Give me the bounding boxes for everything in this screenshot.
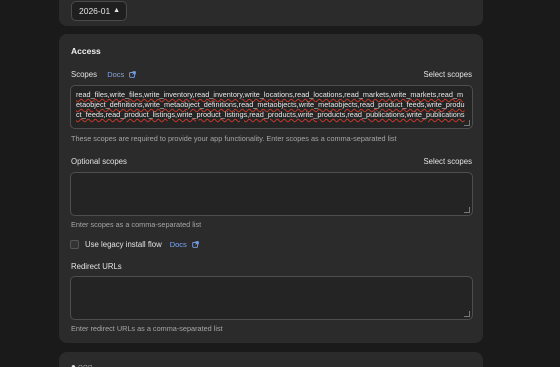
optional-scopes-label: Optional scopes xyxy=(71,157,127,166)
app-settings-page: 2026-01 ▲ Access Scopes Docs Select scop… xyxy=(0,0,560,367)
scopes-label-row: Scopes Docs xyxy=(71,70,137,79)
optional-scopes-help-text: Enter scopes as a comma-separated list xyxy=(71,220,202,229)
scopes-help-text: These scopes are required to provide you… xyxy=(71,134,397,143)
scopes-textarea-value: read_files,write_files,write_inventory,r… xyxy=(76,90,465,119)
next-section-title: ● ○○○ xyxy=(71,362,93,367)
scopes-textarea[interactable]: read_files,write_files,write_inventory,r… xyxy=(70,85,473,129)
resize-handle-icon[interactable] xyxy=(464,311,470,317)
redirect-urls-textarea[interactable] xyxy=(70,276,473,320)
scopes-docs-label: Docs xyxy=(107,70,125,79)
legacy-install-label: Use legacy install flow xyxy=(85,240,162,249)
optional-scopes-textarea[interactable] xyxy=(70,172,473,216)
redirect-urls-value xyxy=(71,277,472,285)
scopes-label: Scopes xyxy=(71,70,98,79)
optional-scopes-value xyxy=(71,173,472,181)
legacy-install-row: Use legacy install flow Docs xyxy=(70,240,199,249)
access-card: Access Scopes Docs Select scopes read_fi… xyxy=(59,34,483,343)
legacy-install-docs-label: Docs xyxy=(169,240,187,249)
legacy-install-docs-link[interactable]: Docs xyxy=(170,240,199,249)
external-link-icon xyxy=(192,241,199,248)
api-version-select[interactable]: 2026-01 ▲ xyxy=(71,1,127,21)
next-section-card: ● ○○○ xyxy=(59,352,483,367)
api-version-value: 2026-01 xyxy=(79,6,111,16)
resize-handle-icon[interactable] xyxy=(464,120,470,126)
redirect-urls-help-text: Enter redirect URLs as a comma-separated… xyxy=(71,324,223,333)
scopes-select-link[interactable]: Select scopes xyxy=(423,70,472,79)
legacy-install-checkbox[interactable] xyxy=(70,240,79,249)
scopes-docs-link[interactable]: Docs xyxy=(107,70,137,79)
external-link-icon xyxy=(129,71,137,78)
access-section-title: Access xyxy=(71,46,101,56)
chevron-updown-icon: ▲ xyxy=(113,7,120,14)
redirect-urls-label: Redirect URLs xyxy=(71,262,122,271)
resize-handle-icon[interactable] xyxy=(464,207,470,213)
api-version-card: 2026-01 ▲ xyxy=(59,0,483,26)
optional-scopes-select-link[interactable]: Select scopes xyxy=(423,157,472,166)
